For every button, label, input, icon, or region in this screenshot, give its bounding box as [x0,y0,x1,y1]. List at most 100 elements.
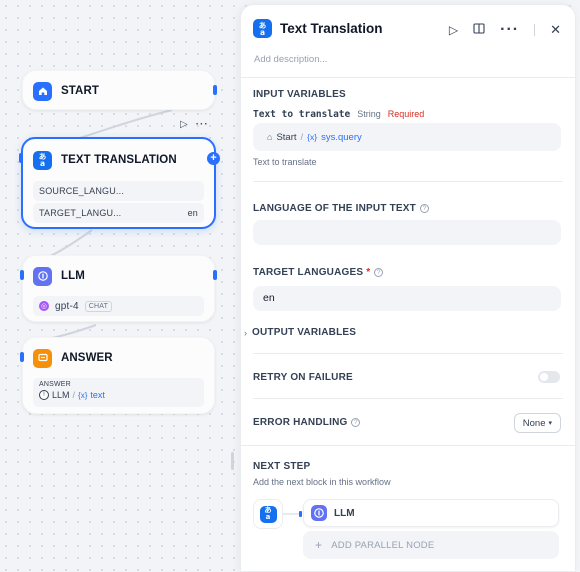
translate-icon: あa [259,505,277,523]
start-node-source-handle[interactable] [213,85,217,95]
divider [241,77,575,78]
home-icon [33,81,52,101]
answer-node[interactable]: ANSWER ANSWER ! LLM / {x} text [22,337,215,414]
input-var-hint: Text to translate [253,157,317,167]
next-node-card[interactable]: LLM [303,499,559,527]
input-variables-title: INPUT VARIABLES [253,89,346,100]
node-var-target-language: TARGET_LANGU... en [33,203,204,223]
target-languages-label: TARGET LANGUAGES [253,267,364,278]
input-var-header: Text to translate String Required [253,109,424,120]
add-next-node-icon[interactable]: + [207,152,220,165]
llm-mini-icon: ! [39,390,49,400]
answer-target-handle[interactable] [20,352,24,362]
home-icon: ⌂ [267,132,273,142]
var-name: TARGET_LANGU... [39,208,122,218]
input-var-type: String [357,109,381,119]
plus-icon: + [315,538,323,552]
answer-node-title: ANSWER [61,352,113,364]
panel-resize-handle[interactable] [231,452,234,470]
workflow-canvas[interactable]: START あa TEXT TRANSLATION SOURCE_LANGU..… [0,0,240,572]
target-languages-title: TARGET LANGUAGES *? [253,267,384,278]
description-input[interactable]: Add description... [254,54,327,65]
more-icon[interactable]: ··· [500,21,519,39]
llm-icon [311,505,327,521]
var-name: SOURCE_LANGU... [39,186,125,196]
text-translation-node-title: TEXT TRANSLATION [61,154,177,166]
answer-field: ANSWER ! LLM / {x} text [33,378,204,407]
text-translation-node[interactable]: あa TEXT TRANSLATION SOURCE_LANGU... TARG… [21,137,216,229]
start-node-title: START [61,85,99,97]
llm-node[interactable]: LLM ◎ gpt-4 CHAT [22,255,215,322]
help-icon[interactable]: ? [351,418,361,427]
chevron-right-icon: › [244,327,247,338]
retry-toggle[interactable] [538,371,560,383]
model-mode-badge: CHAT [84,300,113,312]
node-toolbar: ▷ ··· [180,119,209,130]
run-node-icon[interactable]: ▷ [180,119,188,130]
model-selector: ◎ gpt-4 CHAT [33,296,204,316]
output-variables-title: OUTPUT VARIABLES [252,327,357,338]
chevron-down-icon: ▾ [548,420,552,427]
language-input-title: LANGUAGE OF THE INPUT TEXT? [253,203,429,214]
help-icon[interactable]: ? [374,268,384,277]
variable-icon: {x} [307,132,318,142]
answer-ref-sep: / [72,390,76,400]
error-handling-title: ERROR HANDLING? [253,417,361,428]
more-icon[interactable]: ··· [196,119,209,130]
panel-header: あa Text Translation [253,19,383,38]
panel-actions: ▷ ··· ✕ [449,21,561,39]
variable-icon: {x} [78,390,88,400]
ref-sep: / [300,131,304,143]
book-icon[interactable] [473,21,485,39]
run-step-icon[interactable]: ▷ [449,23,458,37]
next-step-title: NEXT STEP [253,461,311,472]
var-value: en [187,208,198,218]
add-parallel-label: ADD PARALLEL NODE [331,539,435,551]
translate-icon: あa [253,19,272,38]
node-settings-panel: あa Text Translation ▷ ··· ✕ Add descript… [240,4,576,572]
error-handling-select[interactable]: None ▾ [513,413,561,433]
translation-target-handle[interactable] [19,153,23,163]
retry-title: RETRY ON FAILURE [253,372,353,383]
ref-source: Start [276,131,297,143]
divider [253,181,563,182]
answer-ref-var: text [90,390,105,400]
start-node[interactable]: START [22,70,215,110]
divider [253,398,563,399]
error-handling-label: ERROR HANDLING [253,417,348,428]
error-handling-value: None [522,417,546,429]
next-node-label: LLM [334,507,355,519]
llm-node-title: LLM [61,270,85,282]
llm-icon [33,266,52,286]
model-name: gpt-4 [55,300,79,312]
answer-field-label: ANSWER [39,381,71,388]
openai-icon: ◎ [39,301,49,311]
translate-icon: あa [33,150,52,170]
language-input-label: LANGUAGE OF THE INPUT TEXT [253,203,416,214]
answer-field-ref: ! LLM / {x} text [39,390,198,400]
target-languages-value: en [263,292,275,304]
next-step-connector [283,511,302,517]
llm-target-handle[interactable] [20,270,24,280]
divider [241,445,575,446]
current-block-icon: あa [253,499,283,529]
actions-divider [534,24,536,36]
panel-title[interactable]: Text Translation [280,21,383,36]
node-var-source-language: SOURCE_LANGU... [33,181,204,201]
next-step-description: Add the next block in this workflow [253,477,391,487]
ref-var: sys.query [321,131,362,143]
llm-source-handle[interactable] [213,270,217,280]
required-mark: * [366,267,371,278]
input-var-name: Text to translate [253,109,351,120]
close-icon[interactable]: ✕ [550,22,561,38]
input-var-required: Required [387,109,425,119]
divider [253,353,563,354]
add-parallel-node-button[interactable]: + ADD PARALLEL NODE [303,531,559,559]
input-var-ref-field[interactable]: ⌂ Start / {x} sys.query [253,123,561,151]
output-variables-toggle[interactable]: › OUTPUT VARIABLES [244,327,356,338]
answer-icon [33,348,52,368]
help-icon[interactable]: ? [419,204,429,213]
language-input-field[interactable] [253,220,561,245]
answer-ref-source: LLM [52,390,70,400]
target-languages-field[interactable]: en [253,286,561,311]
